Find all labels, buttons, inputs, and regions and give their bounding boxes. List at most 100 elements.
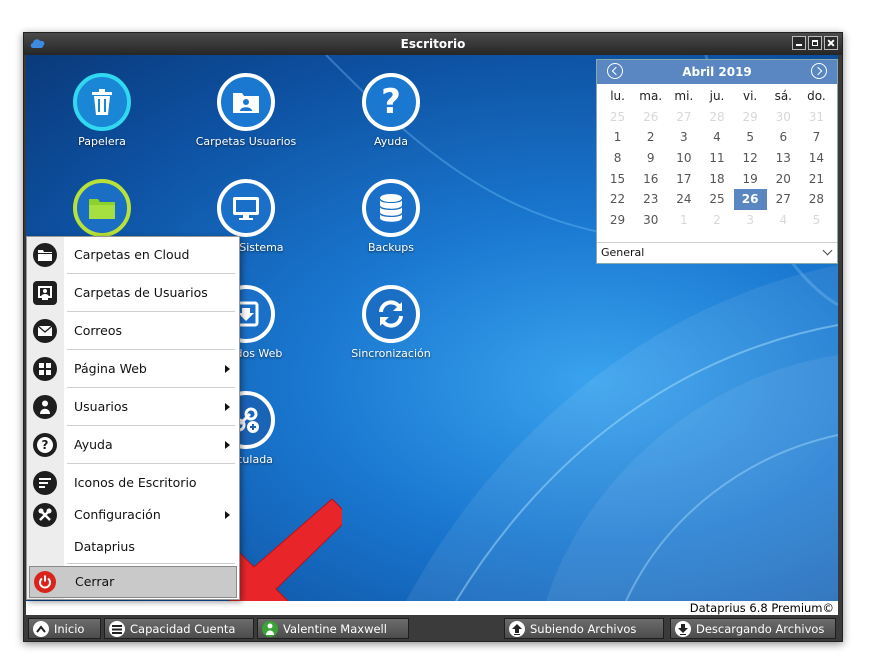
calendar-day[interactable]: 1 xyxy=(601,127,634,148)
downloading-files-label: Descargando Archivos xyxy=(696,622,825,636)
calendar-day[interactable]: 2 xyxy=(634,127,667,148)
calendar-day-other-month[interactable]: 30 xyxy=(767,107,800,128)
dataprius-logo-icon xyxy=(30,39,45,48)
menu-item-carpetas-cloud[interactable]: Carpetas en Cloud xyxy=(27,237,239,273)
calendar-day-other-month[interactable]: 3 xyxy=(734,210,767,231)
monitor-icon xyxy=(217,179,275,237)
calendar-day[interactable]: 17 xyxy=(667,169,700,190)
chevron-up-icon xyxy=(33,621,49,637)
calendar-day[interactable]: 30 xyxy=(634,210,667,231)
calendar-day[interactable]: 10 xyxy=(667,148,700,169)
menu-item-label: Configuración xyxy=(74,507,161,522)
menu-item-ayuda[interactable]: ? Ayuda xyxy=(27,427,239,463)
uploading-files-button[interactable]: Subiendo Archivos xyxy=(504,618,664,639)
calendar-day[interactable]: 4 xyxy=(700,127,733,148)
account-capacity-button[interactable]: Capacidad Cuenta xyxy=(104,618,254,639)
desktop-icon-carpetas[interactable] xyxy=(42,179,162,241)
calendar-day-other-month[interactable]: 4 xyxy=(767,210,800,231)
menu-item-label: Cerrar xyxy=(75,574,115,589)
uploading-files-label: Subiendo Archivos xyxy=(530,622,637,636)
calendar-day-other-month[interactable]: 1 xyxy=(667,210,700,231)
weekday-label: ju. xyxy=(709,89,725,103)
calendar-month-label: Abril 2019 xyxy=(682,65,752,79)
calendar-day-other-month[interactable]: 2 xyxy=(700,210,733,231)
calendar-day[interactable]: 22 xyxy=(601,189,634,210)
desktop-icon-ayuda[interactable]: ? Ayuda xyxy=(331,73,451,148)
user-button[interactable]: Valentine Maxwell xyxy=(257,618,409,639)
maximize-button[interactable] xyxy=(808,36,822,50)
desktop-icon-label: Backups xyxy=(367,241,415,254)
menu-item-carpetas-usuarios[interactable]: Carpetas de Usuarios xyxy=(27,275,239,311)
calendar-day-other-month[interactable]: 26 xyxy=(634,107,667,128)
next-month-button[interactable] xyxy=(811,63,827,79)
calendar-day[interactable]: 11 xyxy=(700,148,733,169)
calendar-day[interactable]: 19 xyxy=(734,169,767,190)
menu-item-pagina-web[interactable]: Página Web xyxy=(27,351,239,387)
calendar-day[interactable]: 3 xyxy=(667,127,700,148)
weekday-label: sá. xyxy=(774,89,792,103)
calendar-day[interactable]: 28 xyxy=(800,189,833,210)
calendar-day[interactable]: 20 xyxy=(767,169,800,190)
user-folder-icon xyxy=(217,73,275,131)
calendar-day[interactable]: 15 xyxy=(601,169,634,190)
menu-item-label: Carpetas en Cloud xyxy=(74,247,190,262)
desktop-icon-papelera[interactable]: Papelera xyxy=(42,73,162,148)
calendar-day-other-month[interactable]: 28 xyxy=(700,107,733,128)
calendar-day[interactable]: 5 xyxy=(734,127,767,148)
desktop-icon-carpetas-usuarios[interactable]: Carpetas Usuarios xyxy=(186,73,306,148)
calendar-day[interactable]: 29 xyxy=(601,210,634,231)
calendar-day[interactable]: 13 xyxy=(767,148,800,169)
menu-item-usuarios[interactable]: Usuarios xyxy=(27,389,239,425)
calendar-day-other-month[interactable]: 31 xyxy=(800,107,833,128)
start-menu: Carpetas en Cloud Carpetas de Usuarios C… xyxy=(26,236,240,600)
menu-item-label: Dataprius xyxy=(74,539,135,554)
weekday-label: vi. xyxy=(743,89,758,103)
desktop-icon-backups[interactable]: Backups xyxy=(331,179,451,254)
previous-month-button[interactable] xyxy=(607,63,623,79)
calendar-day[interactable]: 7 xyxy=(800,127,833,148)
calendar-day[interactable]: 8 xyxy=(601,148,634,169)
start-button[interactable]: Inicio xyxy=(28,618,101,639)
calendar-day[interactable]: 18 xyxy=(700,169,733,190)
menu-item-iconos-escritorio[interactable]: Iconos de Escritorio xyxy=(27,465,239,501)
calendar-day[interactable]: 23 xyxy=(634,189,667,210)
calendar-day[interactable]: 16 xyxy=(634,169,667,190)
desktop-icon-sincronizacion[interactable]: Sincronización xyxy=(331,285,451,360)
upload-arrow-icon xyxy=(509,621,525,637)
calendar-day-other-month[interactable]: 29 xyxy=(734,107,767,128)
question-icon: ? xyxy=(362,73,420,131)
calendar-day-other-month[interactable]: 5 xyxy=(800,210,833,231)
mail-icon xyxy=(33,319,57,343)
close-window-button[interactable] xyxy=(824,36,838,50)
calendar-day[interactable]: 25 xyxy=(700,189,733,210)
calendar-day[interactable]: 24 xyxy=(667,189,700,210)
calendar-day[interactable]: 12 xyxy=(734,148,767,169)
calendar-day[interactable]: 14 xyxy=(800,148,833,169)
calendar-day-other-month[interactable]: 27 xyxy=(667,107,700,128)
calendar-dropdown[interactable]: General xyxy=(597,242,837,263)
menu-item-cerrar[interactable]: Cerrar xyxy=(29,566,237,598)
user-icon xyxy=(33,395,57,419)
menu-item-correos[interactable]: Correos xyxy=(27,313,239,349)
calendar-day[interactable]: 9 xyxy=(634,148,667,169)
red-arrow-annotation xyxy=(228,498,342,601)
window-title: Escritorio xyxy=(400,37,466,51)
calendar-day[interactable]: 6 xyxy=(767,127,800,148)
minimize-button[interactable] xyxy=(792,36,806,50)
menu-item-configuracion[interactable]: Configuración xyxy=(27,497,239,533)
menu-item-dataprius[interactable]: Dataprius xyxy=(27,529,239,565)
downloading-files-button[interactable]: Descargando Archivos xyxy=(670,618,836,639)
trash-icon xyxy=(73,73,131,131)
calendar-day-other-month[interactable]: 25 xyxy=(601,107,634,128)
calendar-day[interactable]: 27 xyxy=(767,189,800,210)
user-name-label: Valentine Maxwell xyxy=(283,622,387,636)
weekday-label: lu. xyxy=(610,89,625,103)
desktop-icon-label: Papelera xyxy=(78,135,126,148)
submenu-arrow-icon xyxy=(225,365,230,373)
title-bar: Escritorio xyxy=(24,33,842,55)
submenu-arrow-icon xyxy=(225,511,230,519)
desktop-icon-label: Sincronización xyxy=(351,347,431,360)
sync-icon xyxy=(362,285,420,343)
calendar-day-selected[interactable]: 26 xyxy=(733,189,767,211)
calendar-day[interactable]: 21 xyxy=(800,169,833,190)
